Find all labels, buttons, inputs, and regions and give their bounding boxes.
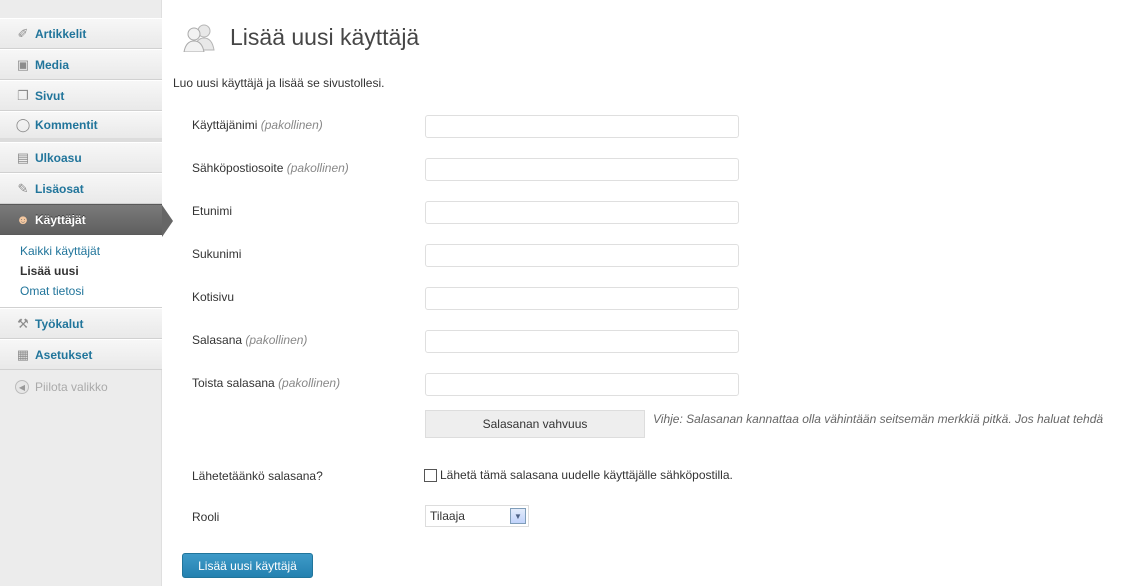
password-strength-indicator: Salasanan vahvuus [425,410,645,438]
menu-item-kayttajat[interactable]: ☻ Käyttäjät [0,204,173,237]
menu-label: Asetukset [35,347,93,362]
admin-menu: ✐ Artikkelit ▣ Media ❐ Sivut ◯ Kommentit… [0,18,173,404]
password-label: Salasana (pakollinen) [192,333,308,347]
email-input[interactable] [425,158,739,181]
comment-icon: ◯ [15,117,31,132]
chevron-down-icon[interactable]: ▼ [510,508,526,524]
collapse-label: Piilota valikko [35,380,108,394]
users-title-icon [182,22,218,53]
menu-item-asetukset[interactable]: ▦ Asetukset [0,339,162,370]
main-content: Lisää uusi käyttäjä Luo uusi käyttäjä ja… [173,0,1135,586]
pushpin-icon: ✐ [17,25,29,41]
password-repeat-input[interactable] [425,373,739,396]
email-label: Sähköpostiosoite (pakollinen) [192,161,349,175]
admin-sidebar: ✐ Artikkelit ▣ Media ❐ Sivut ◯ Kommentit… [0,0,173,586]
send-password-checkbox[interactable] [424,468,437,482]
submenu-all-users[interactable]: Kaikki käyttäjät [0,241,162,261]
menu-label: Artikkelit [35,26,87,41]
tools-icon: ⚒ [17,315,29,331]
menu-item-ulkoasu[interactable]: ▤ Ulkoasu [0,142,162,173]
collapse-arrow-icon: ◀ [15,380,29,394]
menu-item-artikkelit[interactable]: ✐ Artikkelit [0,18,162,49]
submenu-profile[interactable]: Omat tietosi [0,281,162,301]
menu-label: Lisäosat [35,181,84,196]
submenu-add-new[interactable]: Lisää uusi [0,261,162,281]
page-intro: Luo uusi käyttäjä ja lisää se sivustolle… [173,76,385,90]
menu-item-tyokalut[interactable]: ⚒ Työkalut [0,308,162,339]
menu-item-sivut[interactable]: ❐ Sivut [0,80,162,111]
role-value: Tilaaja [430,509,465,523]
menu-label: Työkalut [35,316,84,331]
users-icon: ☻ [16,212,30,227]
lastname-label: Sukunimi [192,247,242,261]
media-icon: ▣ [16,56,30,72]
password-repeat-label: Toista salasana (pakollinen) [192,376,341,390]
menu-item-kommentit[interactable]: ◯ Kommentit [0,111,162,142]
menu-label: Kommentit [35,118,98,132]
password-input[interactable] [425,330,739,353]
menu-label: Käyttäjät [35,212,86,227]
users-submenu: Kaikki käyttäjät Lisää uusi Omat tietosi [0,235,162,308]
menu-item-media[interactable]: ▣ Media [0,49,162,80]
menu-label: Media [35,57,70,72]
collapse-menu[interactable]: ◀ Piilota valikko [0,370,162,404]
plugin-icon: ✎ [17,180,29,196]
send-password-label: Lähetetäänkö salasana? [192,469,323,483]
send-password-option[interactable]: Lähetä tämä salasana uudelle käyttäjälle… [424,468,733,482]
page-title: Lisää uusi käyttäjä [230,23,420,50]
lastname-input[interactable] [425,244,739,267]
page-header: Lisää uusi käyttäjä [182,22,420,53]
website-label: Kotisivu [192,290,235,304]
menu-item-lisaosat[interactable]: ✎ Lisäosat [0,173,162,204]
settings-icon: ▦ [16,346,30,362]
appearance-icon: ▤ [16,149,30,165]
role-select[interactable]: Tilaaja ▼ [425,505,529,527]
firstname-input[interactable] [425,201,739,224]
pages-icon: ❐ [17,87,29,103]
website-input[interactable] [425,287,739,310]
password-hint: Vihje: Salasanan kannattaa olla vähintää… [653,412,1104,426]
add-user-button[interactable]: Lisää uusi käyttäjä [182,553,313,578]
username-input[interactable] [425,115,739,138]
firstname-label: Etunimi [192,204,233,218]
menu-label: Sivut [35,88,65,103]
username-label: Käyttäjänimi (pakollinen) [192,118,323,132]
menu-label: Ulkoasu [35,150,82,165]
role-label: Rooli [192,510,220,524]
send-password-checkbox-label: Lähetä tämä salasana uudelle käyttäjälle… [440,468,733,482]
